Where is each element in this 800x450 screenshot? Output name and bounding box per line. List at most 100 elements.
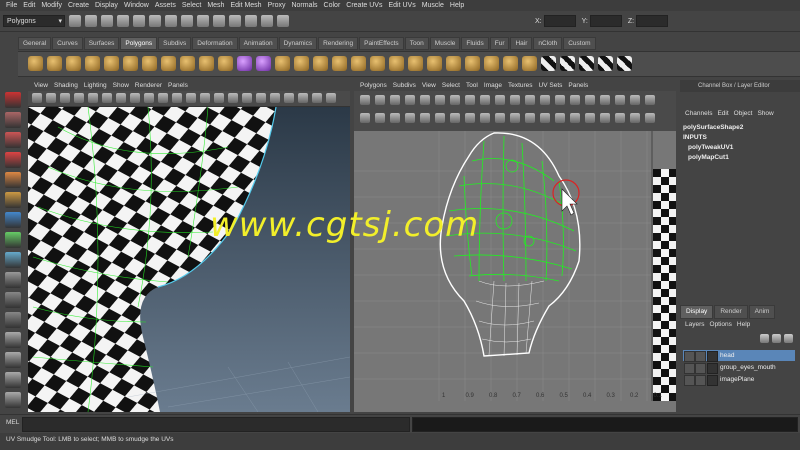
shelf-tab-muscle[interactable]: Muscle	[429, 37, 461, 50]
viewport-toolbar-icon[interactable]	[326, 93, 336, 103]
menu-proxy[interactable]: Proxy	[268, 2, 286, 9]
shelf-tool-icon[interactable]	[47, 56, 62, 71]
uv-toolbar-icon[interactable]	[600, 95, 610, 105]
y-field[interactable]	[589, 15, 622, 27]
viewport-toolbar-icon[interactable]	[116, 93, 126, 103]
shelf-tool-icon[interactable]	[142, 56, 157, 71]
uv-menu-subdivs[interactable]: Subdivs	[393, 82, 416, 89]
viewport-toolbar-icon[interactable]	[32, 93, 42, 103]
menu-assets[interactable]: Assets	[155, 2, 176, 9]
shelf-tool-icon[interactable]	[66, 56, 81, 71]
select-tool-icon[interactable]	[5, 92, 21, 108]
shelf-tab-fur[interactable]: Fur	[489, 37, 510, 50]
delete-layer-icon[interactable]	[784, 334, 793, 343]
shelf-tool-icon[interactable]	[389, 56, 404, 71]
menu-window[interactable]: Window	[124, 2, 149, 9]
shelf-tab-general[interactable]: General	[18, 37, 52, 50]
shelf-tool-icon[interactable]	[332, 56, 347, 71]
shelf-tab-hair[interactable]: Hair	[510, 37, 533, 50]
menu-edit-uvs[interactable]: Edit UVs	[388, 2, 415, 9]
uv-toolbar-icon[interactable]	[435, 95, 445, 105]
uv-toolbar-icon[interactable]	[435, 113, 445, 123]
viewport-toolbar-icon[interactable]	[256, 93, 266, 103]
uv-toolbar-icon[interactable]	[480, 95, 490, 105]
uv-toolbar-icon[interactable]	[360, 113, 370, 123]
uv-toolbar-icon[interactable]	[390, 113, 400, 123]
viewport-toolbar-icon[interactable]	[270, 93, 280, 103]
uv-toolbar-icon[interactable]	[375, 113, 385, 123]
shelf-tool-icon[interactable]	[408, 56, 423, 71]
shelf-tab-fluids[interactable]: Fluids	[461, 37, 489, 50]
shelf-tab-rendering[interactable]: Rendering	[318, 37, 359, 50]
select-by-component-icon[interactable]	[149, 15, 161, 27]
layer-color-swatch[interactable]	[707, 351, 718, 362]
shelf-tab-animation[interactable]: Animation	[238, 37, 278, 50]
shelf-tool-icon[interactable]	[465, 56, 480, 71]
menu-select[interactable]: Select	[182, 2, 201, 9]
uv-toolbar-icon[interactable]	[450, 113, 460, 123]
channel-menu-show[interactable]: Show	[757, 110, 773, 117]
menu-file[interactable]: File	[6, 2, 17, 9]
layer-color-swatch[interactable]	[707, 375, 718, 386]
snap-point-icon[interactable]	[197, 15, 209, 27]
shelf-tool-icon[interactable]	[104, 56, 119, 71]
new-scene-icon[interactable]	[69, 15, 81, 27]
layer-menu-layers[interactable]: Layers	[685, 321, 705, 328]
uv-toolbar-icon[interactable]	[420, 113, 430, 123]
shelf-tool-icon[interactable]	[218, 56, 233, 71]
shelf-tab-ncloth[interactable]: nCloth	[533, 37, 563, 50]
x-field[interactable]	[543, 15, 576, 27]
shape-node-label[interactable]: polySurfaceShape2	[683, 124, 743, 131]
shelf-tool-icon[interactable]	[85, 56, 100, 71]
uv-toolbar-icon[interactable]	[465, 113, 475, 123]
layer-row[interactable]: imagePlane	[683, 374, 795, 386]
shelf-tool-icon[interactable]	[199, 56, 214, 71]
shelf-tool-icon[interactable]	[294, 56, 309, 71]
shelf-tool-icon[interactable]	[617, 56, 632, 71]
shelf-tool-icon[interactable]	[560, 56, 575, 71]
scale-tool-icon[interactable]	[5, 192, 21, 208]
menu-mesh[interactable]: Mesh	[207, 2, 224, 9]
menu-help[interactable]: Help	[450, 2, 464, 9]
viewport-toolbar-icon[interactable]	[88, 93, 98, 103]
snap-plane-icon[interactable]	[213, 15, 225, 27]
uv-toolbar-icon[interactable]	[645, 113, 655, 123]
layer-display-type-toggle[interactable]	[695, 351, 706, 362]
uv-toolbar-icon[interactable]	[630, 113, 640, 123]
menu-display[interactable]: Display	[95, 2, 118, 9]
open-scene-icon[interactable]	[85, 15, 97, 27]
viewport-toolbar-icon[interactable]	[284, 93, 294, 103]
menu-set-dropdown[interactable]: Polygons	[3, 15, 65, 28]
shelf-tool-icon[interactable]	[313, 56, 328, 71]
single-view-icon[interactable]	[5, 332, 21, 348]
viewport-menu-renderer[interactable]: Renderer	[135, 82, 162, 89]
menu-create-uvs[interactable]: Create UVs	[346, 2, 382, 9]
uv-toolbar-icon[interactable]	[480, 113, 490, 123]
uv-toolbar-icon[interactable]	[615, 95, 625, 105]
show-manip-icon[interactable]	[5, 292, 21, 308]
uv-toolbar-icon[interactable]	[465, 95, 475, 105]
channel-menu-channels[interactable]: Channels	[685, 110, 712, 117]
menu-modify[interactable]: Modify	[41, 2, 62, 9]
shelf-tool-icon[interactable]	[370, 56, 385, 71]
shelf-tab-custom[interactable]: Custom	[563, 37, 596, 50]
shelf-tab-deformation[interactable]: Deformation	[192, 37, 238, 50]
viewport-menu-view[interactable]: View	[34, 82, 48, 89]
render-frame-icon[interactable]	[245, 15, 257, 27]
shelf-tab-dynamics[interactable]: Dynamics	[278, 37, 318, 50]
cylinder-icon[interactable]	[5, 252, 21, 268]
viewport-toolbar-icon[interactable]	[102, 93, 112, 103]
four-view-icon[interactable]	[5, 352, 21, 368]
uv-toolbar-icon[interactable]	[405, 113, 415, 123]
paint-select-icon[interactable]	[5, 132, 21, 148]
viewport-toolbar-icon[interactable]	[46, 93, 56, 103]
save-scene-icon[interactable]	[101, 15, 113, 27]
history-icon[interactable]	[229, 15, 241, 27]
layer-tab-anim[interactable]: Anim	[748, 305, 776, 319]
viewport-toolbar-icon[interactable]	[172, 93, 182, 103]
menu-edit-mesh[interactable]: Edit Mesh	[230, 2, 261, 9]
menu-normals[interactable]: Normals	[291, 2, 317, 9]
uv-texture-editor[interactable]: 1 0.9 0.8 0.7 0.6 0.5 0.4 0.3 0.2 0.1	[354, 131, 676, 412]
uv-toolbar-icon[interactable]	[570, 113, 580, 123]
shelf-tool-icon[interactable]	[598, 56, 613, 71]
